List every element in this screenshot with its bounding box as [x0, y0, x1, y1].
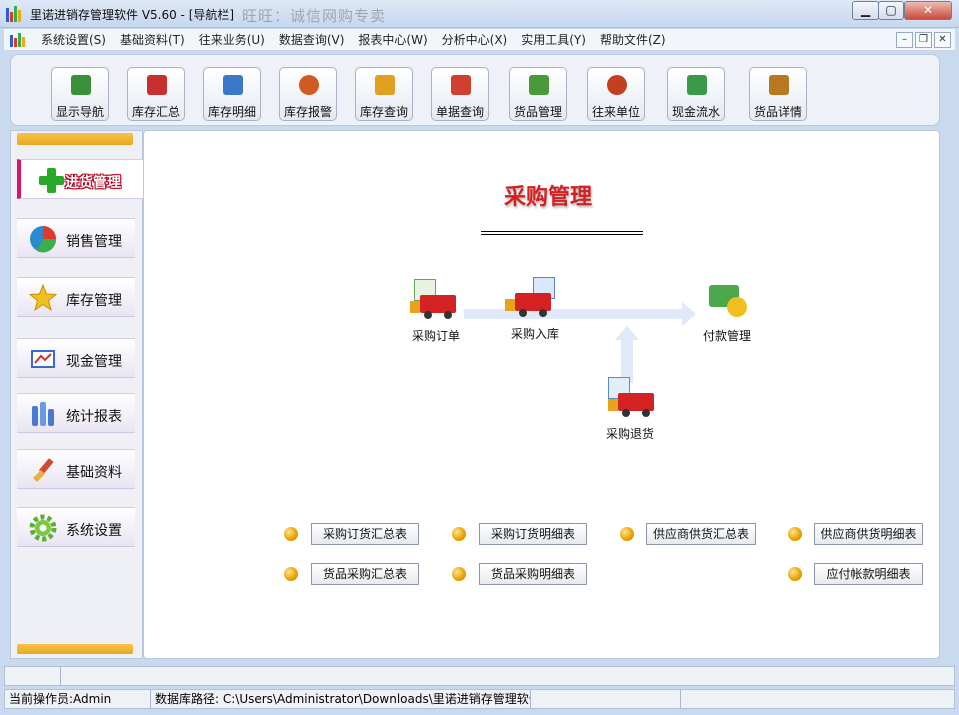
nav-basic-data[interactable]: 基础资料 [17, 449, 135, 489]
menu-bar: 系统设置(S) 基础资料(T) 往来业务(U) 数据查询(V) 报表中心(W) … [4, 29, 955, 51]
bar-chart-icon [32, 402, 54, 426]
menu-items: 系统设置(S) 基础资料(T) 往来业务(U) 数据查询(V) 报表中心(W) … [34, 32, 673, 48]
show-navigation-button[interactable]: 显示导航 [51, 67, 109, 121]
database-path: 数据库路径: C:\Users\Administrator\Downloads\… [151, 690, 531, 708]
inventory-alarm-button[interactable]: 库存报警 [279, 67, 337, 121]
goods-purchase-summary-button[interactable]: 货品采购汇总表 [311, 563, 419, 585]
status-bar: 当前操作员:Admin 数据库路径: C:\Users\Administrato… [4, 689, 955, 709]
report-bullet-icon [620, 527, 634, 541]
inventory-detail-button[interactable]: 库存明细 [203, 67, 261, 121]
purchase-stock-in-node[interactable]: 采购入库 [505, 277, 565, 342]
title-bar: 里诺进销存管理软件 V5.60 - [导航栏] 旺旺：诚信网购专卖 ▁ ▢ ✕ [0, 0, 959, 28]
plus-icon [39, 168, 64, 193]
status-cell-empty-2 [681, 690, 954, 708]
purchase-order-icon [410, 279, 460, 321]
minimize-button[interactable]: ▁ [852, 1, 879, 20]
app-logo-icon [6, 6, 22, 22]
inventory-search-button[interactable]: 库存查询 [355, 67, 413, 121]
payable-detail-button[interactable]: 应付帐款明细表 [814, 563, 923, 585]
gear-icon [29, 514, 57, 542]
report-bullet-icon [788, 567, 802, 581]
cash-flow-icon [687, 75, 707, 95]
purchase-order-node[interactable]: 采购订单 [406, 279, 466, 344]
inventory-detail-icon [223, 75, 243, 95]
title-underline [481, 231, 643, 235]
status-cell-empty-1 [531, 690, 681, 708]
status-separator [60, 667, 61, 685]
purchase-stock-in-icon [505, 277, 559, 319]
purchase-return-icon [606, 377, 654, 419]
contacts-button[interactable]: 往来单位 [587, 67, 645, 121]
menu-help[interactable]: 帮助文件(Z) [593, 32, 673, 48]
menu-transactions[interactable]: 往来业务(U) [192, 32, 272, 48]
flow-arrow-head-up [615, 326, 639, 340]
goods-management-icon [529, 75, 549, 95]
left-navigation: 进货管理 销售管理 库存管理 现金管理 统计报表 基础资料 系统设置 [10, 130, 144, 659]
inventory-alarm-icon [299, 75, 319, 95]
nav-statistics-reports[interactable]: 统计报表 [17, 393, 135, 433]
supplier-detail-button[interactable]: 供应商供货明细表 [814, 523, 923, 545]
inventory-summary-button[interactable]: 库存汇总 [127, 67, 185, 121]
flow-arrow-head-right [682, 302, 696, 326]
inventory-search-icon [375, 75, 395, 95]
report-bullet-icon [284, 527, 298, 541]
purchase-order-detail-button[interactable]: 采购订货明细表 [479, 523, 587, 545]
nav-top-strip [17, 133, 133, 145]
current-operator: 当前操作员:Admin [5, 690, 151, 708]
mdi-close-button[interactable]: ✕ [934, 32, 951, 48]
star-icon [29, 284, 57, 312]
menu-basic-data[interactable]: 基础资料(T) [113, 32, 192, 48]
menu-tools[interactable]: 实用工具(Y) [514, 32, 593, 48]
goods-detail-button[interactable]: 货品详情 [749, 67, 807, 121]
nav-inventory-management[interactable]: 库存管理 [17, 277, 135, 317]
nav-purchase-management[interactable]: 进货管理 [17, 159, 144, 199]
cash-icon [31, 350, 55, 368]
menu-data-query[interactable]: 数据查询(V) [272, 32, 352, 48]
purchase-return-node[interactable]: 采购退货 [597, 377, 663, 442]
close-button[interactable]: ✕ [904, 1, 952, 20]
window-title: 里诺进销存管理软件 V5.60 - [导航栏] [30, 8, 235, 22]
nav-sales-management[interactable]: 销售管理 [17, 218, 135, 258]
document-search-button[interactable]: 单据查询 [431, 67, 489, 121]
nav-cash-management[interactable]: 现金管理 [17, 338, 135, 378]
app-menu-icon[interactable] [10, 33, 26, 47]
toolbar: 显示导航 库存汇总 库存明细 库存报警 库存查询 单据查询 货品管理 往来单位 … [10, 54, 940, 126]
menu-report-center[interactable]: 报表中心(W) [351, 32, 434, 48]
menu-system-settings[interactable]: 系统设置(S) [34, 32, 113, 48]
mdi-minimize-button[interactable]: – [896, 32, 913, 48]
inventory-summary-icon [147, 75, 167, 95]
mdi-restore-button[interactable]: ❐ [915, 32, 932, 48]
goods-management-button[interactable]: 货品管理 [509, 67, 567, 121]
main-panel: 采购管理 采购订单 采购入库 付款管理 采购退货 采购订货汇总表 采购订货明细表… [143, 130, 940, 659]
pie-chart-icon [30, 226, 57, 253]
nav-bottom-strip [17, 644, 133, 654]
status-strip [4, 666, 955, 686]
brush-icon [33, 458, 54, 482]
flow-arrow-horizontal [464, 309, 684, 319]
goods-purchase-detail-button[interactable]: 货品采购明细表 [479, 563, 587, 585]
maximize-button[interactable]: ▢ [878, 1, 904, 20]
report-bullet-icon [788, 527, 802, 541]
cash-flow-button[interactable]: 现金流水 [667, 67, 725, 121]
report-bullet-icon [452, 527, 466, 541]
menu-analysis-center[interactable]: 分析中心(X) [435, 32, 515, 48]
document-search-icon [451, 75, 471, 95]
navigation-icon [71, 75, 91, 95]
page-title: 采购管理 [504, 185, 593, 210]
report-bullet-icon [452, 567, 466, 581]
contacts-icon [607, 75, 627, 95]
payment-management-node[interactable]: 付款管理 [697, 279, 757, 344]
purchase-order-summary-button[interactable]: 采购订货汇总表 [311, 523, 419, 545]
nav-system-settings[interactable]: 系统设置 [17, 507, 135, 547]
report-bullet-icon [284, 567, 298, 581]
payment-icon [703, 279, 751, 321]
supplier-summary-button[interactable]: 供应商供货汇总表 [646, 523, 756, 545]
goods-detail-icon [769, 75, 789, 95]
watermark-text: 旺旺：诚信网购专卖 [242, 7, 387, 25]
